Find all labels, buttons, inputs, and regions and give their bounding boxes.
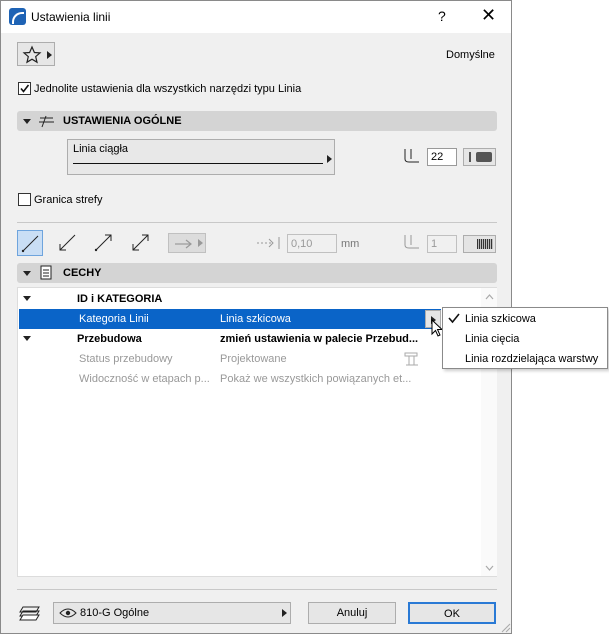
layer-selector[interactable]: 810-G Ogólne	[53, 602, 291, 624]
line-no-arrow-icon	[21, 235, 39, 253]
cancel-label: Anuluj	[336, 607, 368, 619]
eye-icon	[59, 608, 77, 618]
pen-color-bar	[469, 152, 471, 162]
row-name: Status przebudowy	[79, 353, 173, 365]
pen-icon	[404, 149, 419, 163]
row-value: zmień ustawienia w palecie Przebud...	[220, 333, 419, 345]
properties-header[interactable]: CECHY	[17, 263, 497, 283]
renovation-status-icon	[404, 352, 418, 366]
menu-item-linia-rozdzielajaca[interactable]: Linia rozdzielająca warstwy	[465, 353, 598, 365]
layer-stack-icon	[19, 606, 40, 621]
arrow-fill-button[interactable]	[463, 235, 496, 253]
pen-color-button[interactable]	[463, 148, 496, 166]
collapse-triangle-icon	[23, 119, 31, 124]
ok-label: OK	[444, 608, 460, 620]
table-row[interactable]: ID i KATEGORIA	[19, 289, 480, 309]
row-name: Widoczność w etapach p...	[79, 373, 210, 385]
table-row[interactable]: Przebudowa zmień ustawienia w palecie Pr…	[19, 329, 480, 349]
uniform-settings-checkbox[interactable]	[18, 82, 31, 95]
zone-boundary-checkbox[interactable]	[18, 193, 31, 206]
divider	[17, 589, 497, 590]
arrow-size-icon	[257, 237, 280, 249]
cancel-button[interactable]: Anuluj	[308, 602, 396, 624]
row-value: Projektowane	[220, 353, 287, 365]
divider	[17, 222, 497, 223]
line-settings-dialog: Ustawienia linii ? ✕ Domyślne Jednolite …	[0, 0, 512, 634]
line-arrow-start-icon	[59, 234, 76, 251]
layer-name: 810-G Ogólne	[80, 607, 150, 619]
chevron-right-icon	[47, 51, 52, 59]
line-type-name: Linia ciągła	[73, 143, 129, 155]
row-value: Pokaż we wszystkich powiązanych et...	[220, 373, 412, 385]
menu-item-linia-szkicowa[interactable]: Linia szkicowa	[465, 313, 536, 325]
expand-triangle-icon	[23, 336, 31, 341]
table-row[interactable]: Status przebudowy Projektowane	[19, 349, 480, 369]
fill-pattern-swatch	[477, 239, 493, 249]
table-row-selected[interactable]: Kategoria Linii Linia szkicowa	[19, 309, 441, 329]
zone-boundary-label: Granica strefy	[34, 194, 103, 206]
favorites-button[interactable]	[17, 42, 55, 66]
line-arrow-start-button[interactable]	[55, 230, 81, 256]
checkmark-icon	[20, 84, 30, 93]
menu-item-linia-ciecia[interactable]: Linia cięcia	[465, 333, 519, 345]
expand-triangle-icon	[23, 296, 31, 301]
scroll-up-icon[interactable]	[485, 294, 494, 300]
uniform-settings-label: Jednolite ustawienia dla wszystkich narz…	[34, 83, 302, 95]
star-icon	[22, 45, 42, 64]
preset-name: Domyślne	[446, 49, 495, 61]
arrow-size-unit: mm	[341, 238, 360, 250]
line-no-arrow-button[interactable]	[17, 230, 43, 256]
line-arrow-end-icon	[94, 234, 112, 252]
line-type-selector[interactable]: Linia ciągła	[67, 139, 335, 175]
general-settings-header[interactable]: USTAWIENIA OGÓLNE	[17, 111, 497, 131]
category-popup-menu: Linia szkicowa Linia cięcia Linia rozdzi…	[442, 307, 608, 369]
chevron-right-icon	[327, 155, 332, 163]
row-value: Linia szkicowa	[220, 313, 291, 325]
line-arrow-both-icon	[132, 234, 149, 251]
arrow-pen-icon	[404, 235, 419, 249]
ok-button[interactable]: OK	[408, 602, 496, 624]
window-title: Ustawienia linii	[31, 10, 111, 24]
checkmark-icon	[448, 313, 460, 324]
pen-color-swatch	[476, 152, 492, 162]
arrow-type-button[interactable]	[168, 233, 206, 253]
arrow-size-field[interactable]: 0,10	[287, 234, 337, 253]
line-preview	[73, 163, 323, 164]
line-arrow-both-button[interactable]	[128, 230, 154, 256]
collapse-triangle-icon	[23, 271, 31, 276]
scroll-down-icon[interactable]	[485, 565, 494, 571]
pen-number-field[interactable]: 22	[427, 148, 457, 166]
chevron-right-icon	[198, 239, 203, 247]
row-name: Kategoria Linii	[79, 313, 149, 325]
properties-title: CECHY	[63, 267, 102, 279]
line-tool-icon	[39, 115, 54, 128]
document-icon	[40, 265, 52, 280]
close-button[interactable]: ✕	[481, 5, 496, 26]
arrow-pen-field[interactable]: 1	[427, 235, 457, 253]
table-row[interactable]: Widoczność w etapach p... Pokaż we wszys…	[19, 369, 480, 389]
help-button[interactable]: ?	[438, 8, 446, 24]
general-settings-title: USTAWIENIA OGÓLNE	[63, 115, 182, 127]
chevron-right-icon	[282, 609, 287, 617]
archicad-app-icon	[9, 8, 26, 25]
line-arrow-end-button[interactable]	[91, 230, 117, 256]
row-name: ID i KATEGORIA	[77, 293, 163, 305]
resize-grip-icon[interactable]	[499, 621, 511, 633]
row-name: Przebudowa	[77, 333, 142, 345]
title-bar: Ustawienia linii ? ✕	[1, 1, 511, 33]
arrow-right-icon	[175, 239, 192, 249]
